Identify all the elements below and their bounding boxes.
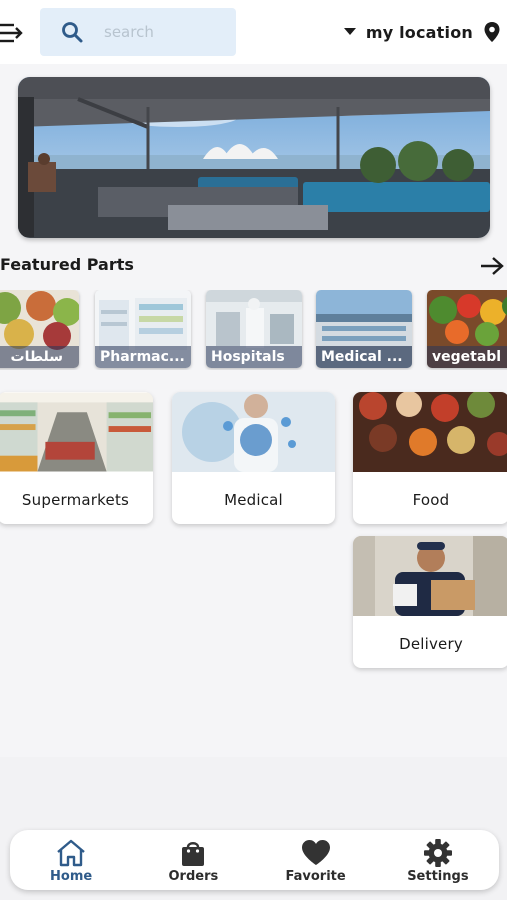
bottom-nav: Home Orders Favorite Settings	[10, 830, 499, 890]
category-card-food[interactable]: Food	[353, 392, 507, 524]
featured-item-pharmacy[interactable]: Pharmac...	[95, 290, 191, 368]
featured-title: Featured Parts	[0, 255, 134, 274]
nav-item-orders[interactable]: Orders	[132, 830, 254, 890]
category-card-medical[interactable]: Medical	[172, 392, 335, 524]
doctor-image	[172, 392, 335, 472]
home-icon	[57, 839, 85, 867]
featured-list: سلطات Pharmac... Hospitals Medical ... v…	[0, 290, 507, 370]
nav-label-home: Home	[50, 869, 93, 884]
arrow-right-icon[interactable]	[479, 256, 505, 276]
category-card-supermarkets[interactable]: Supermarkets	[0, 392, 153, 524]
category-card-delivery[interactable]: Delivery	[353, 536, 507, 668]
search-icon[interactable]	[60, 20, 84, 44]
featured-item-label: Pharmac...	[95, 346, 191, 368]
featured-item-hospitals[interactable]: Hospitals	[206, 290, 302, 368]
shopping-bag-icon	[182, 842, 205, 866]
featured-item-salads[interactable]: سلطات	[0, 290, 79, 368]
heart-icon	[301, 840, 330, 865]
hero-banner[interactable]	[18, 77, 490, 238]
app-header: my location	[0, 0, 507, 64]
search-bar[interactable]	[40, 8, 236, 56]
nav-item-home[interactable]: Home	[10, 830, 132, 890]
caret-down-icon	[343, 28, 356, 35]
category-label: Supermarkets	[21, 491, 130, 509]
nav-label-orders: Orders	[168, 869, 219, 884]
nav-label-settings: Settings	[407, 869, 469, 884]
nav-label-favorite: Favorite	[285, 869, 346, 884]
location-selector[interactable]: my location	[343, 18, 501, 46]
featured-item-label: vegetabl	[427, 346, 507, 368]
location-pin-icon	[484, 22, 500, 42]
supermarket-image	[0, 392, 153, 472]
featured-item-label: Medical ...	[316, 346, 412, 368]
featured-item-vegetables[interactable]: vegetabl	[427, 290, 507, 368]
category-label: Medical	[224, 491, 283, 509]
category-label: Delivery	[399, 635, 463, 653]
search-input[interactable]	[104, 23, 214, 41]
gear-icon	[423, 839, 452, 867]
nav-item-settings[interactable]: Settings	[377, 830, 499, 890]
category-label: Food	[412, 491, 450, 509]
delivery-image	[353, 536, 507, 616]
featured-item-medical[interactable]: Medical ...	[316, 290, 412, 368]
hero-image	[18, 77, 490, 238]
nav-item-favorite[interactable]: Favorite	[255, 830, 377, 890]
location-label: my location	[365, 22, 473, 42]
featured-item-label: سلطات	[0, 346, 79, 368]
food-image	[353, 392, 507, 472]
featured-item-label: Hospitals	[206, 346, 302, 368]
menu-icon[interactable]	[0, 22, 26, 44]
